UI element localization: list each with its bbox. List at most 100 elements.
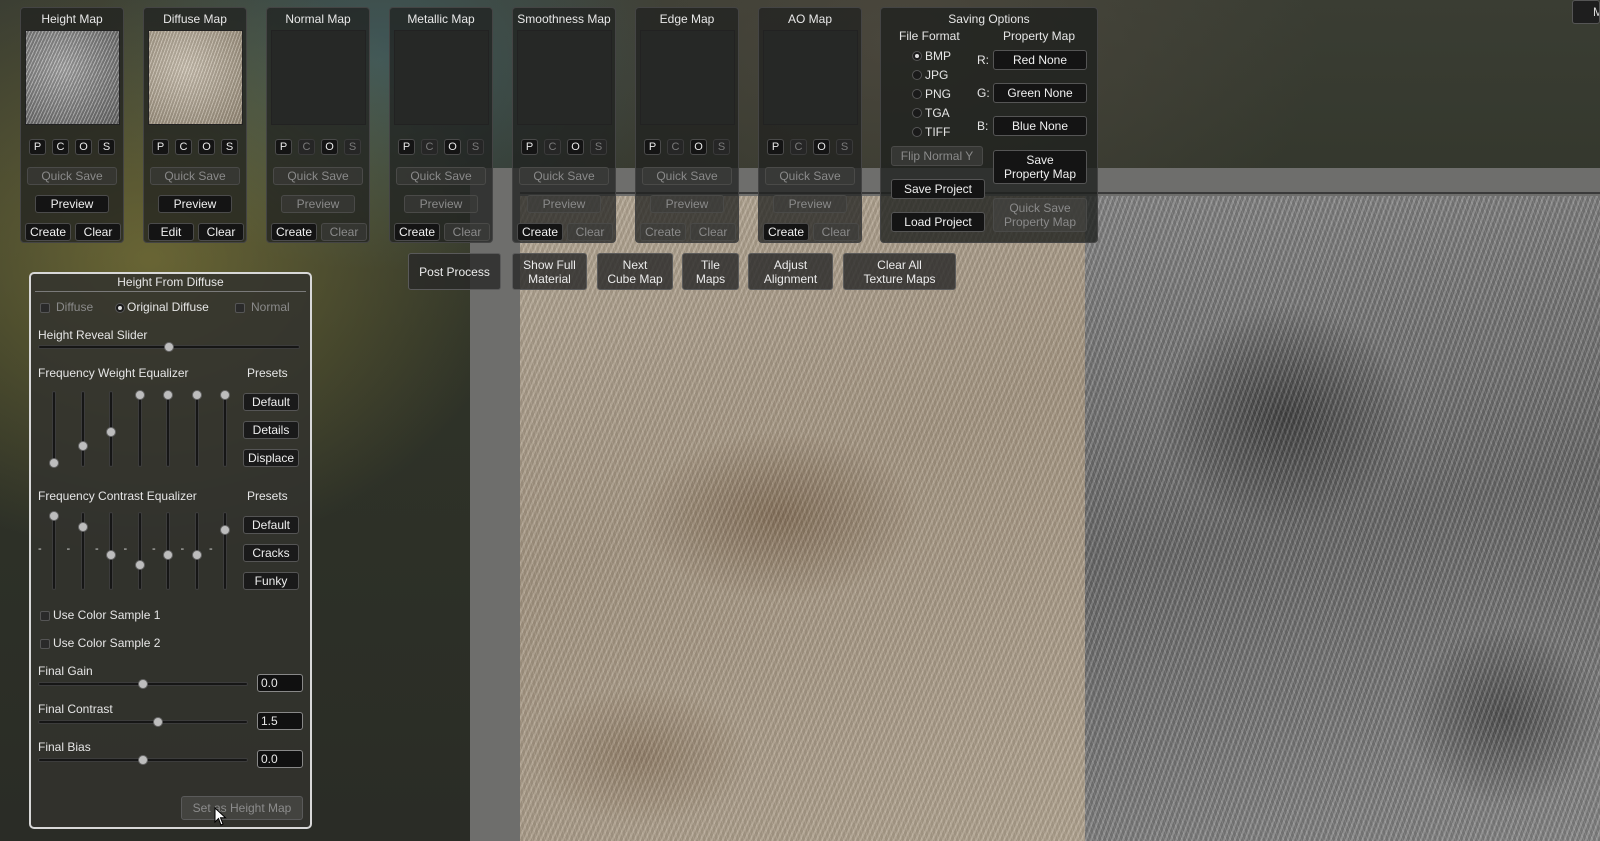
diffuse-clear-button[interactable]: Clear — [198, 223, 244, 241]
post-process-button[interactable]: Post Process — [408, 253, 501, 290]
contrast-eq-band-7-slider[interactable] — [223, 512, 227, 590]
edge-s-toggle[interactable]: S — [713, 139, 730, 155]
channel-1-select-button[interactable]: Green None — [993, 83, 1087, 103]
weight-eq-band-2-slider[interactable] — [80, 391, 85, 467]
metallic-o-toggle[interactable]: O — [444, 139, 461, 155]
format-jpg-radio[interactable] — [912, 70, 922, 80]
format-tga-radio[interactable] — [912, 108, 922, 118]
height-create-button[interactable]: Create — [25, 223, 71, 241]
height-clear-button[interactable]: Clear — [75, 223, 121, 241]
set-as-height-map-button[interactable]: Set as Height Map — [181, 796, 303, 820]
diffuse-c-toggle[interactable]: C — [175, 139, 192, 155]
final-contrast-input[interactable]: 1.5 — [257, 712, 303, 730]
height-c-toggle[interactable]: C — [52, 139, 69, 155]
ao-create-button[interactable]: Create — [763, 223, 809, 241]
edge-o-toggle[interactable]: O — [690, 139, 707, 155]
weight-preset-details-button[interactable]: Details — [243, 421, 299, 439]
weight-eq-band-4-thumb[interactable] — [134, 390, 145, 400]
contrast-eq-band-6-thumb[interactable] — [191, 549, 202, 560]
contrast-eq-band-3-thumb[interactable] — [106, 549, 116, 560]
metallic-s-toggle[interactable]: S — [467, 139, 484, 155]
weight-eq-band-2-thumb[interactable] — [77, 441, 88, 451]
metallic-p-toggle[interactable]: P — [398, 139, 415, 155]
ao-preview-button[interactable]: Preview — [773, 195, 847, 213]
diffuse-source-radio[interactable] — [40, 303, 50, 313]
normal-o-toggle[interactable]: O — [321, 139, 338, 155]
edge-map-thumbnail[interactable] — [640, 30, 735, 125]
metallic-map-thumbnail[interactable] — [394, 30, 489, 125]
adjust-alignment-button[interactable]: Adjust Alignment — [748, 253, 833, 290]
height-preview-button[interactable]: Preview — [35, 195, 109, 213]
contrast-eq-band-5-thumb[interactable] — [163, 549, 173, 560]
weight-eq-band-6-thumb[interactable] — [191, 390, 202, 400]
diffuse-p-toggle[interactable]: P — [152, 139, 169, 155]
metallic-preview-button[interactable]: Preview — [404, 195, 478, 213]
next-cube-map-button[interactable]: Next Cube Map — [597, 253, 673, 290]
quick-save-property-map-button[interactable]: Quick Save Property Map — [993, 198, 1087, 232]
normal-p-toggle[interactable]: P — [275, 139, 292, 155]
tile-maps-button[interactable]: Tile Maps — [682, 253, 739, 290]
smoothness-o-toggle[interactable]: O — [567, 139, 584, 155]
flip-normal-y-button[interactable]: Flip Normal Y — [891, 146, 983, 166]
contrast-preset-funky-button[interactable]: Funky — [243, 572, 299, 590]
normal-c-toggle[interactable]: C — [298, 139, 315, 155]
ao-s-toggle[interactable]: S — [836, 139, 853, 155]
smoothness-clear-button[interactable]: Clear — [567, 223, 613, 241]
normal-clear-button[interactable]: Clear — [321, 223, 367, 241]
diffuse-quick-save-button[interactable]: Quick Save — [150, 167, 240, 185]
smoothness-create-button[interactable]: Create — [517, 223, 563, 241]
diffuse-s-toggle[interactable]: S — [221, 139, 238, 155]
weight-eq-band-1-slider[interactable] — [52, 391, 56, 467]
format-bmp-radio[interactable] — [912, 51, 922, 61]
metallic-c-toggle[interactable]: C — [421, 139, 438, 155]
height-s-toggle[interactable]: S — [98, 139, 115, 155]
final-contrast-slider[interactable] — [38, 720, 248, 724]
contrast-preset-cracks-button[interactable]: Cracks — [243, 544, 299, 562]
metallic-quick-save-button[interactable]: Quick Save — [396, 167, 486, 185]
ao-p-toggle[interactable]: P — [767, 139, 784, 155]
normal-source-radio[interactable] — [235, 303, 245, 313]
final-gain-input[interactable]: 0.0 — [257, 674, 303, 692]
smoothness-s-toggle[interactable]: S — [590, 139, 607, 155]
normal-preview-button[interactable]: Preview — [281, 195, 355, 213]
weight-preset-displace-button[interactable]: Displace — [243, 449, 299, 467]
weight-eq-band-4-slider[interactable] — [137, 391, 142, 467]
diffuse-map-thumbnail[interactable] — [148, 30, 243, 125]
ao-map-thumbnail[interactable] — [763, 30, 858, 125]
load-project-button[interactable]: Load Project — [891, 212, 985, 232]
contrast-eq-band-2-thumb[interactable] — [77, 521, 88, 532]
channel-2-select-button[interactable]: Blue None — [993, 116, 1087, 136]
height-p-toggle[interactable]: P — [29, 139, 46, 155]
metallic-clear-button[interactable]: Clear — [444, 223, 490, 241]
height-reveal-thumb[interactable] — [164, 342, 174, 352]
smoothness-c-toggle[interactable]: C — [544, 139, 561, 155]
normal-s-toggle[interactable]: S — [344, 139, 361, 155]
show-full-material-button[interactable]: Show Full Material — [512, 253, 587, 290]
corner-menu-button[interactable]: M — [1572, 0, 1600, 24]
weight-eq-band-1-thumb[interactable] — [49, 458, 59, 468]
contrast-eq-band-4-slider[interactable] — [137, 512, 142, 590]
smoothness-quick-save-button[interactable]: Quick Save — [519, 167, 609, 185]
metallic-create-button[interactable]: Create — [394, 223, 440, 241]
edge-clear-button[interactable]: Clear — [690, 223, 736, 241]
diffuse-edit-button[interactable]: Edit — [148, 223, 194, 241]
weight-preset-default-button[interactable]: Default — [243, 393, 299, 411]
contrast-preset-default-button[interactable]: Default — [243, 516, 299, 534]
normal-create-button[interactable]: Create — [271, 223, 317, 241]
smoothness-p-toggle[interactable]: P — [521, 139, 538, 155]
smoothness-map-thumbnail[interactable] — [517, 30, 612, 125]
weight-eq-band-5-thumb[interactable] — [163, 390, 173, 400]
edge-c-toggle[interactable]: C — [667, 139, 684, 155]
weight-eq-band-7-slider[interactable] — [223, 391, 227, 467]
height-quick-save-button[interactable]: Quick Save — [27, 167, 117, 185]
smoothness-preview-button[interactable]: Preview — [527, 195, 601, 213]
final-contrast-thumb[interactable] — [152, 717, 163, 727]
ao-c-toggle[interactable]: C — [790, 139, 807, 155]
ao-quick-save-button[interactable]: Quick Save — [765, 167, 855, 185]
final-bias-thumb[interactable] — [138, 755, 148, 765]
save-property-map-button[interactable]: Save Property Map — [993, 150, 1087, 184]
format-tiff-radio[interactable] — [912, 127, 922, 137]
contrast-eq-band-7-thumb[interactable] — [220, 525, 230, 535]
contrast-eq-band-4-thumb[interactable] — [134, 560, 145, 570]
channel-0-select-button[interactable]: Red None — [993, 50, 1087, 70]
